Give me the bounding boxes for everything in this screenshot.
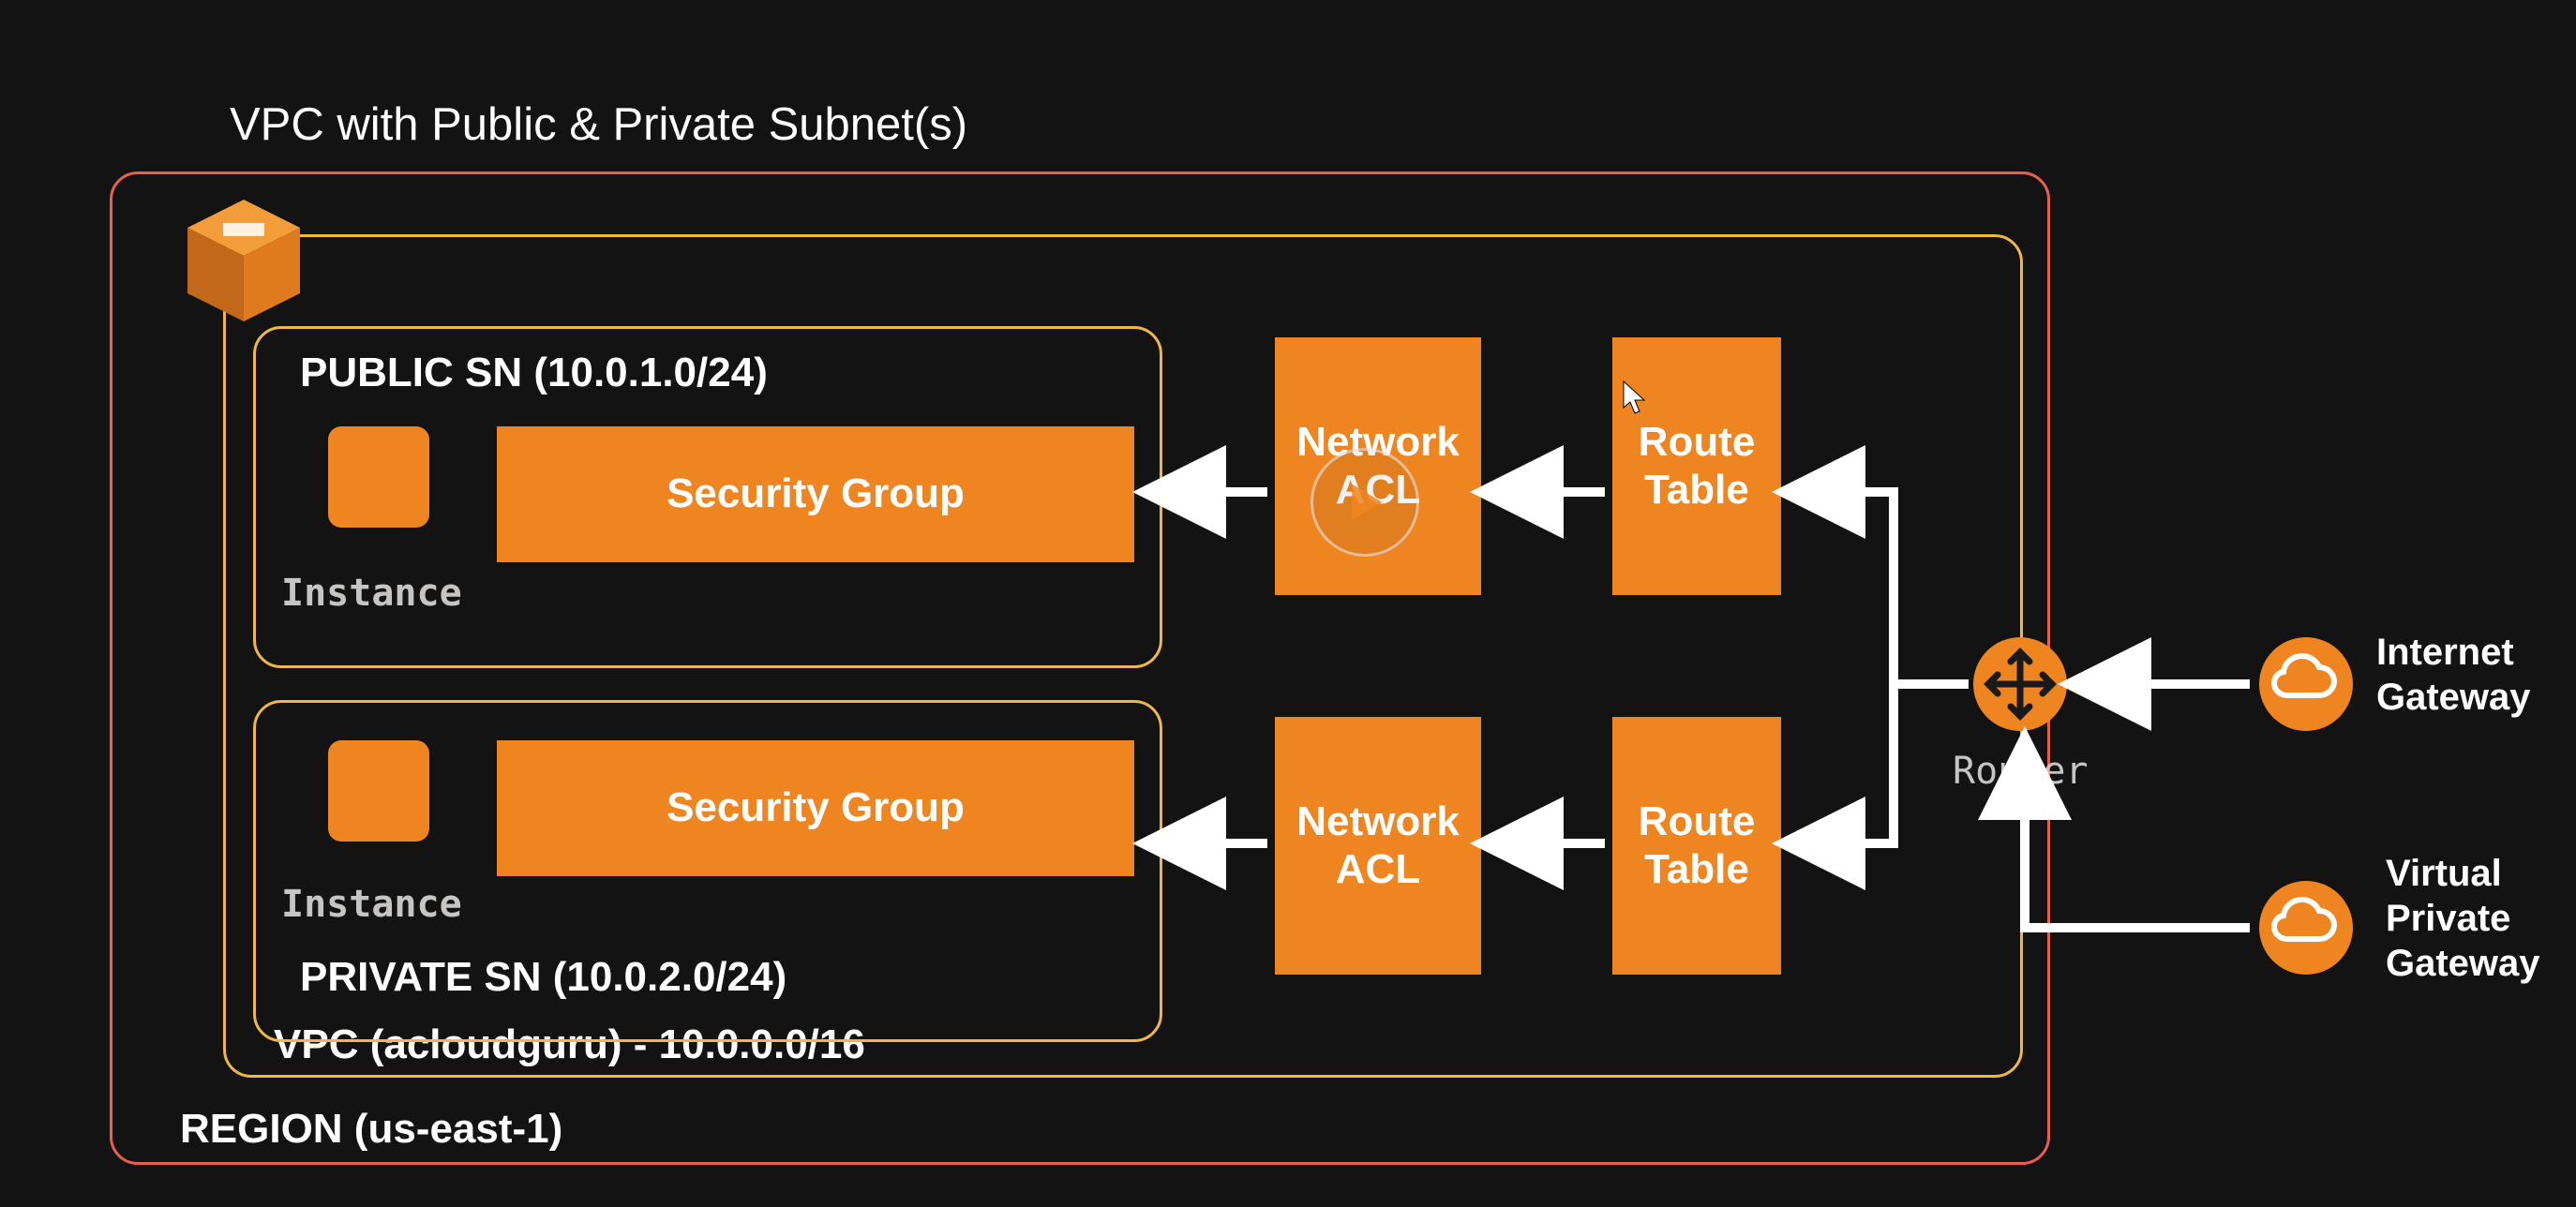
virtual-private-gateway-label: Virtual Private Gateway [2386, 851, 2540, 986]
route-table-bottom: Route Table [1612, 717, 1781, 975]
private-security-group: Security Group [497, 740, 1134, 876]
private-instance-icon [328, 740, 429, 842]
network-acl-bottom: Network ACL [1275, 717, 1481, 975]
private-subnet-label: PRIVATE SN (10.0.2.0/24) [300, 954, 786, 1001]
route-table-top: Route Table [1612, 337, 1781, 595]
router-icon [1973, 637, 2067, 731]
public-subnet-label: PUBLIC SN (10.0.1.0/24) [300, 350, 768, 396]
internet-gateway-icon [2259, 637, 2353, 731]
region-label: REGION (us-east-1) [180, 1106, 562, 1153]
private-instance-label: Instance [281, 883, 462, 926]
virtual-private-gateway-icon [2259, 881, 2353, 975]
public-instance-label: Instance [281, 572, 462, 615]
video-play-button[interactable] [1310, 448, 1419, 557]
aws-cube-icon [178, 195, 309, 326]
public-instance-icon [328, 426, 429, 528]
cursor-icon [1622, 380, 1650, 417]
router-label: Router [1953, 750, 2089, 793]
internet-gateway-label: Internet Gateway [2376, 630, 2531, 720]
play-icon [1343, 481, 1386, 524]
public-security-group: Security Group [497, 426, 1134, 562]
diagram-title: VPC with Public & Private Subnet(s) [230, 98, 967, 151]
diagram-stage: VPC with Public & Private Subnet(s) REGI… [0, 0, 2576, 1207]
